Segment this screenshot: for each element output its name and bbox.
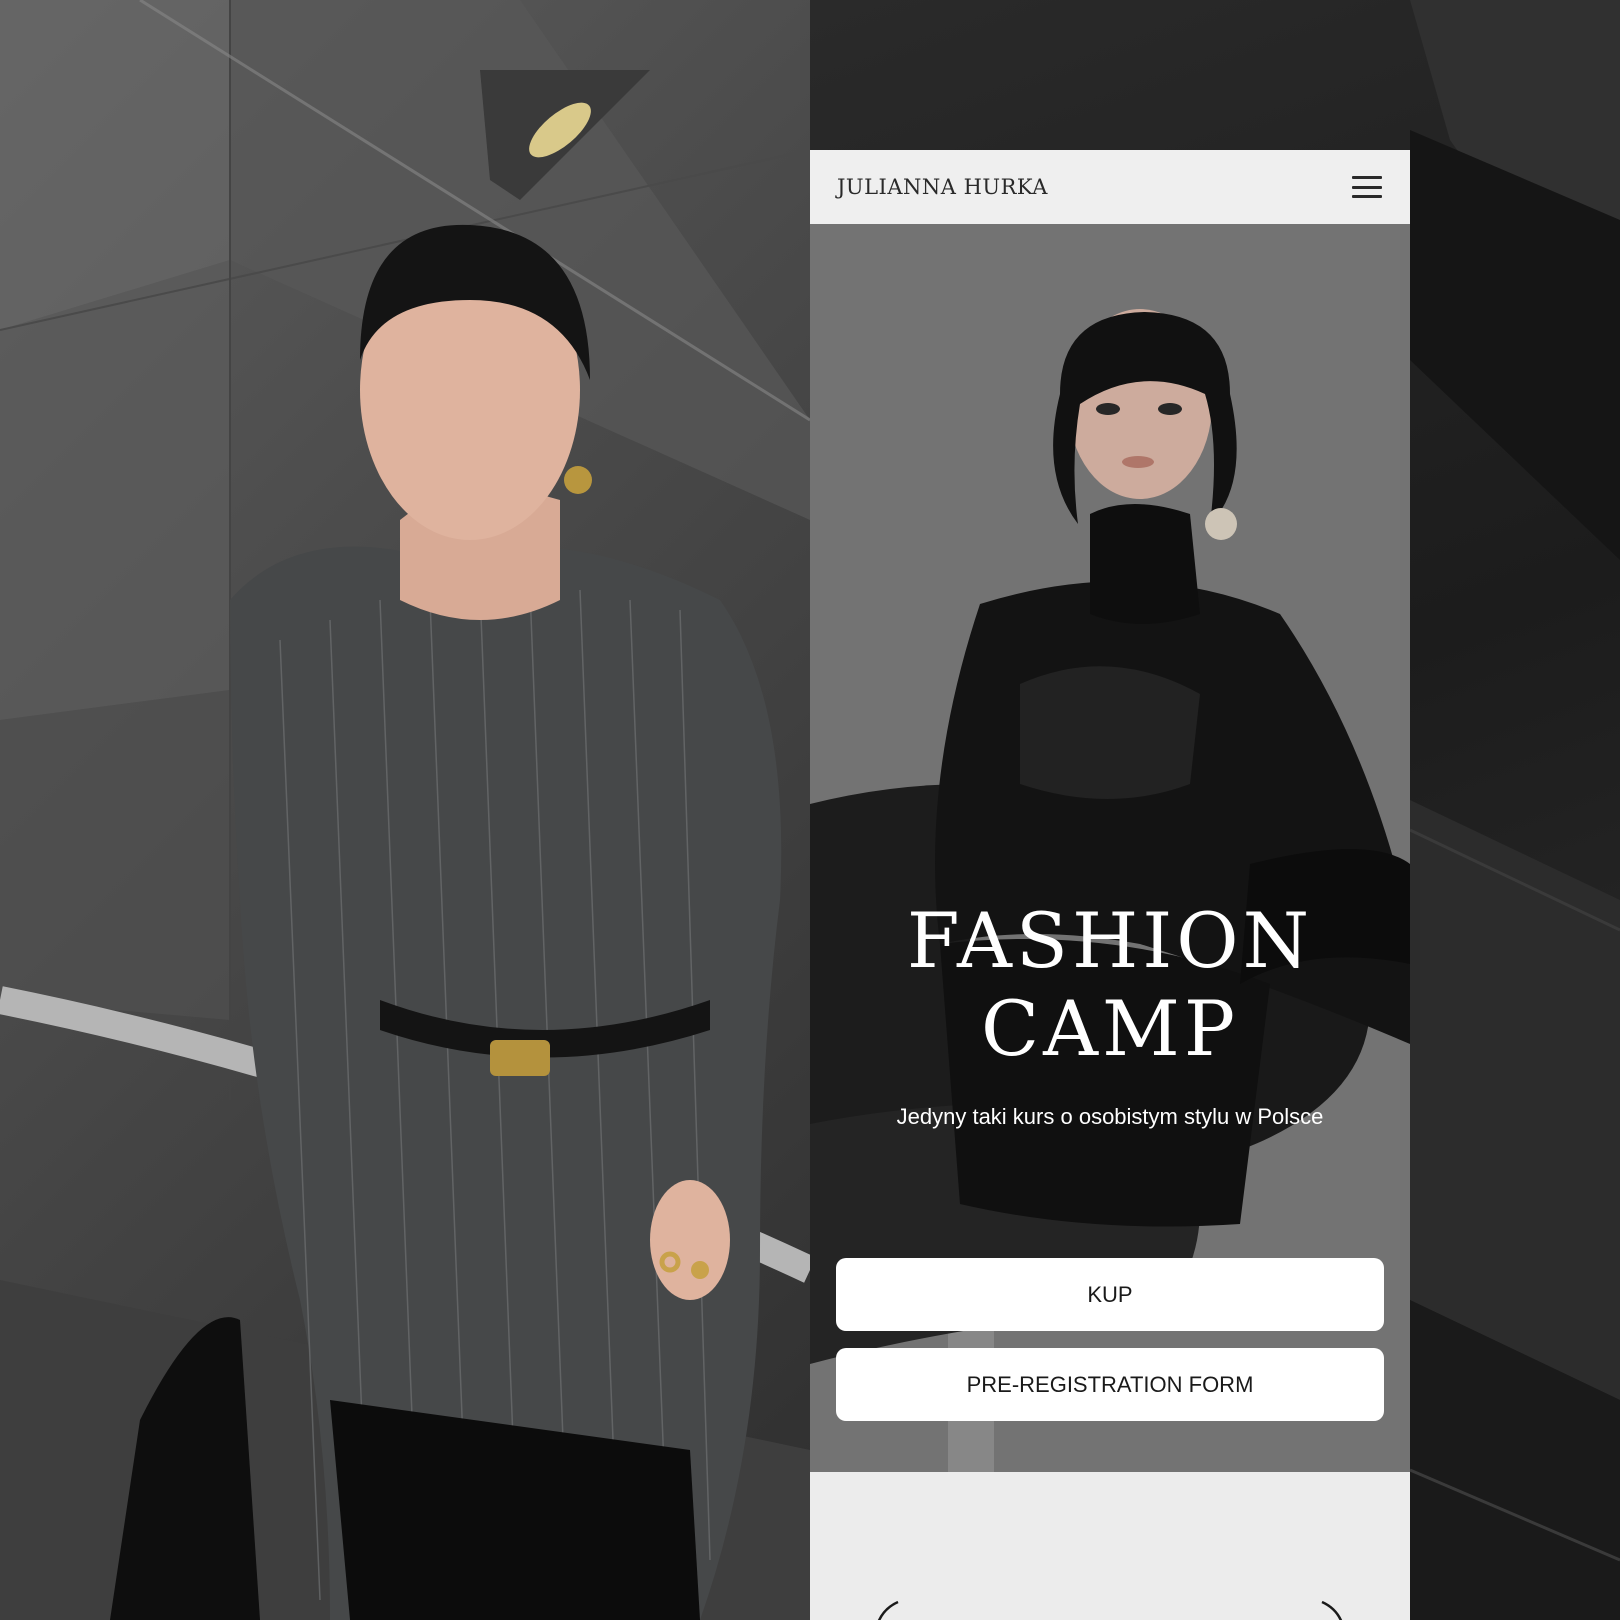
menu-line	[1352, 176, 1382, 179]
mobile-website-mockup: JULIANNA HURKA FASHION CAMP Jedyny taki …	[810, 150, 1410, 1620]
hero-title: FASHION CAMP	[810, 897, 1410, 1073]
menu-line	[1352, 185, 1382, 189]
next-section	[810, 1472, 1410, 1620]
hero-title-line-1: FASHION	[906, 896, 1314, 985]
woman-on-stairs-image	[0, 0, 810, 1620]
arrow-right-icon[interactable]	[1312, 1600, 1352, 1620]
hero-section: FASHION CAMP Jedyny taki kurs o osobisty…	[810, 224, 1410, 1472]
page: JULIANNA HURKA FASHION CAMP Jedyny taki …	[0, 0, 1620, 1620]
site-logo[interactable]: JULIANNA HURKA	[837, 175, 1048, 199]
hero-subtitle: Jedyny taki kurs o osobistym stylu w Pol…	[896, 1104, 1324, 1129]
arrow-left-icon[interactable]	[868, 1600, 908, 1620]
background-photo-left	[0, 0, 810, 1620]
top-navigation-bar: JULIANNA HURKA	[810, 150, 1410, 224]
hero-title-line-2: CAMP	[981, 984, 1239, 1073]
hamburger-menu-icon[interactable]	[1350, 172, 1384, 202]
pre-registration-button[interactable]: PRE-REGISTRATION FORM	[836, 1348, 1384, 1421]
menu-line	[1352, 195, 1382, 198]
buy-button[interactable]: KUP	[836, 1258, 1384, 1331]
